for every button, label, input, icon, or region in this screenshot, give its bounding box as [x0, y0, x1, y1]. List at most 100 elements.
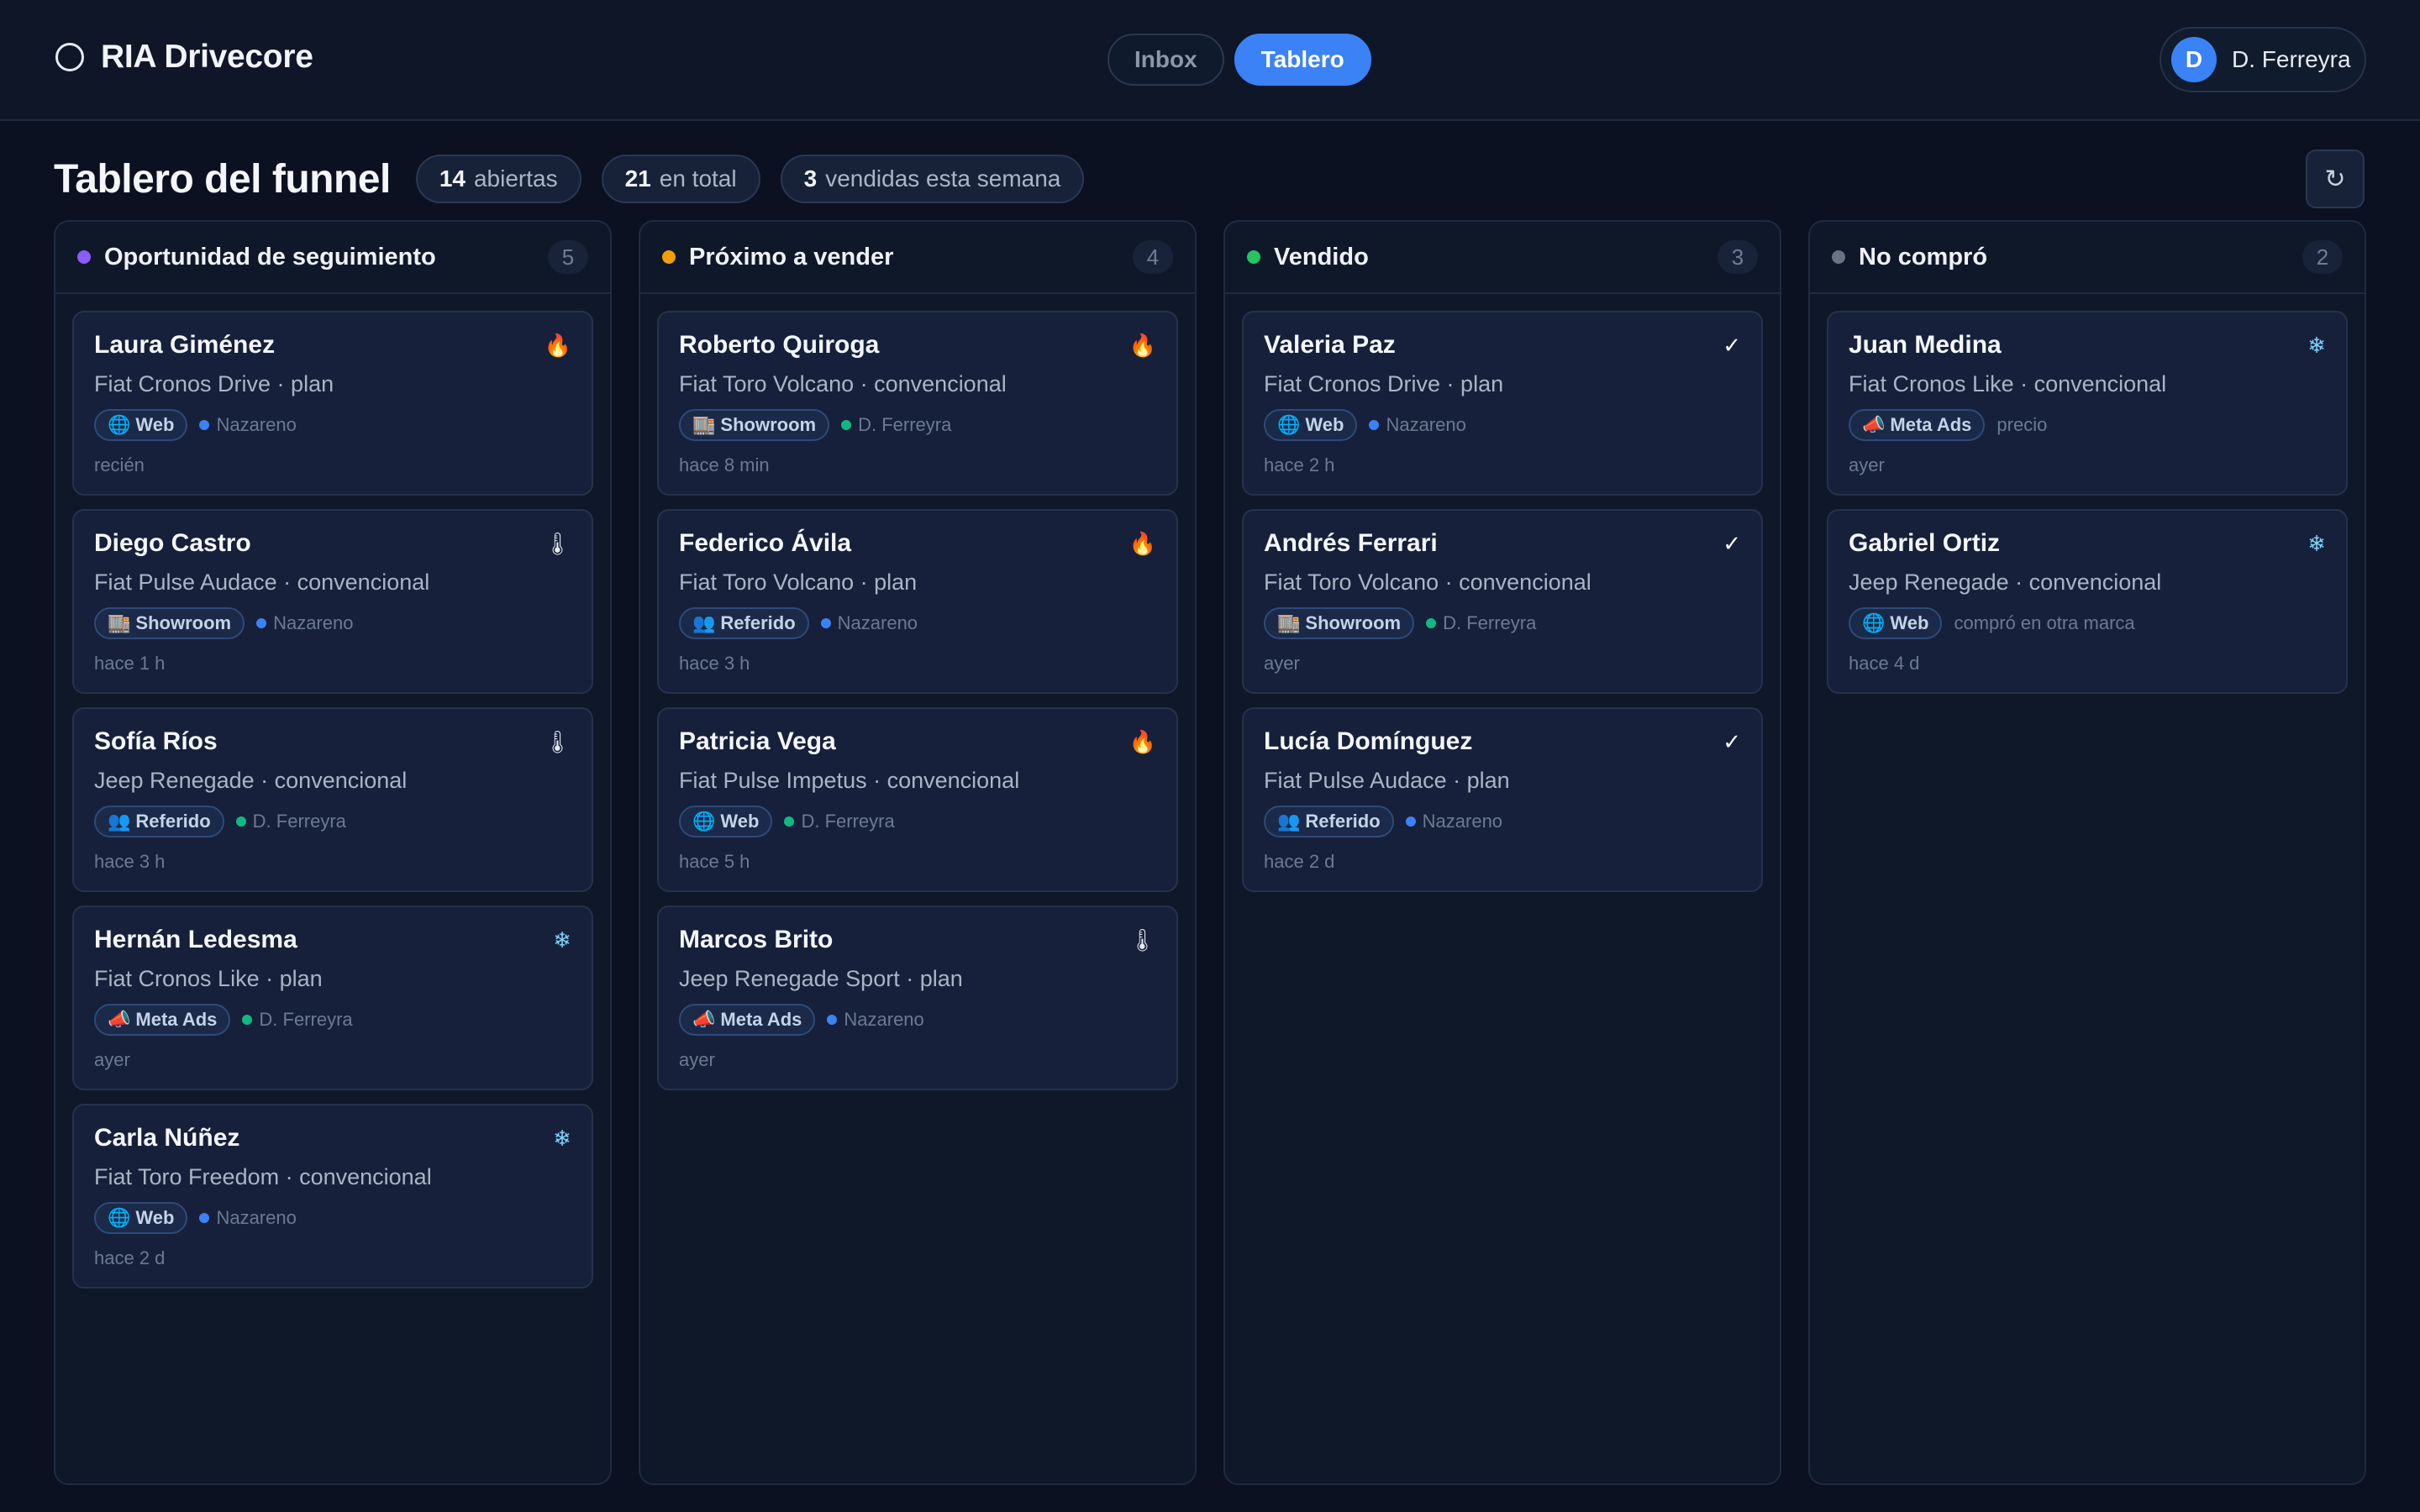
brand[interactable]: RIA Drivecore [55, 39, 313, 76]
source-icon: 👥 [692, 612, 716, 633]
assignee-dot [256, 618, 267, 628]
column-header[interactable]: No compró 2 [1810, 222, 2365, 294]
source-badge: 🌐 Web [1849, 607, 1943, 639]
assignee-label: Nazareno [216, 414, 297, 435]
board-column: No compró 2 Juan Medina ❄ Fiat Cronos Like ·… [1808, 220, 2366, 1485]
lead-meta: 🌐 Web Nazareno [1264, 409, 1741, 441]
column-header[interactable]: Próximo a vender 4 [640, 222, 1195, 294]
thermometer-icon: 🌡 [543, 531, 571, 556]
lead-meta: 📣 Meta Ads precio [1849, 409, 2326, 441]
source-badge: 🏬 Showroom [1264, 607, 1415, 639]
lead-time: ayer [94, 1049, 130, 1070]
column-count-badge: 5 [548, 240, 588, 274]
assignee-label: Nazareno [837, 612, 918, 633]
logo-circle-icon [55, 43, 84, 71]
column-header[interactable]: Vendido 3 [1225, 222, 1780, 294]
column-status-dot [1832, 250, 1845, 264]
stat-total: 21 en total [601, 155, 760, 203]
column-count-badge: 2 [2302, 240, 2343, 274]
lead-time: hace 1 h [94, 653, 166, 674]
assignee-dot [1369, 420, 1380, 430]
lead-card[interactable]: Juan Medina ❄ Fiat Cronos Like · convencio… [1827, 311, 2348, 496]
lead-name: Hernán Ledesma [94, 926, 297, 953]
source-icon: 📣 [692, 1009, 716, 1030]
column-title: Oportunidad de seguimiento [104, 243, 436, 270]
assignee: compró en otra marca [1954, 612, 2134, 634]
fire-icon: 🔥 [544, 333, 571, 358]
lead-vehicle: Fiat Toro Freedom · convencional [94, 1164, 432, 1189]
lead-meta: 📣 Meta Ads D. Ferreyra [94, 1004, 571, 1036]
lead-card[interactable]: Andrés Ferrari ✓ Fiat Toro Volcano · conve… [1242, 509, 1763, 694]
fire-icon: 🔥 [1128, 333, 1156, 358]
lead-vehicle: Fiat Pulse Impetus · convencional [679, 768, 1020, 793]
assignee: D. Ferreyra [784, 811, 895, 832]
column-status-dot [662, 250, 676, 264]
source-label: Web [135, 414, 175, 435]
app-name: RIA Drivecore [101, 39, 313, 75]
lead-vehicle: Jeep Renegade · convencional [94, 768, 408, 793]
lead-meta: 🏬 Showroom Nazareno [94, 607, 571, 639]
source-badge: 🏬 Showroom [679, 409, 830, 441]
lead-meta: 👥 Referido D. Ferreyra [94, 806, 571, 837]
column-header[interactable]: Oportunidad de seguimiento 5 [55, 222, 610, 294]
lead-time: hace 3 h [679, 653, 750, 674]
source-label: Meta Ads [135, 1009, 218, 1030]
lead-card[interactable]: Gabriel Ortiz ❄ Jeep Renegade · convencion… [1827, 509, 2348, 694]
source-badge: 🌐 Web [94, 1202, 188, 1234]
lead-card[interactable]: Marcos Brito 🌡 Jeep Renegade Sport · plan 📣… [657, 906, 1178, 1090]
source-badge: 🏬 Showroom [94, 607, 245, 639]
lead-card[interactable]: Patricia Vega 🔥 Fiat Pulse Impetus · conve… [657, 707, 1178, 892]
lead-card[interactable]: Laura Giménez 🔥 Fiat Cronos Drive · plan 🌐 W… [72, 311, 593, 496]
lead-card[interactable]: Federico Ávila 🔥 Fiat Toro Volcano · plan 👥… [657, 509, 1178, 694]
assignee-dot [199, 420, 210, 430]
lead-name: Roberto Quiroga [679, 331, 880, 359]
source-label: Showroom [135, 612, 232, 633]
source-icon: 🏬 [692, 414, 716, 435]
lead-vehicle: Fiat Cronos Drive · plan [94, 371, 334, 396]
lead-card[interactable]: Hernán Ledesma ❄ Fiat Cronos Like · plan 📣 M… [72, 906, 593, 1090]
user-menu[interactable]: D D. Ferreyra [2160, 27, 2366, 92]
tab-inbox[interactable]: Inbox [1107, 34, 1224, 86]
assignee: Nazareno [820, 612, 918, 634]
source-badge: 👥 Referido [679, 607, 809, 639]
lead-card[interactable]: Carla Núñez ❄ Fiat Toro Freedom · convenci… [72, 1104, 593, 1289]
lead-name: Patricia Vega [679, 727, 836, 755]
thermometer-icon: 🌡 [543, 729, 571, 754]
lead-card[interactable]: Diego Castro 🌡 Fiat Pulse Audace · convenc… [72, 509, 593, 694]
assignee-label: D. Ferreyra [801, 811, 895, 832]
lead-meta: 👥 Referido Nazareno [1264, 806, 1741, 837]
source-icon: 👥 [108, 811, 131, 832]
assignee: Nazareno [199, 1207, 297, 1229]
title-row: Tablero del funnel 14 abiertas 21 en tot… [54, 155, 1085, 203]
source-badge: 📣 Meta Ads [94, 1004, 231, 1036]
lead-name: Marcos Brito [679, 926, 834, 953]
assignee-label: Nazareno [1422, 811, 1503, 832]
lead-name: Sofía Ríos [94, 727, 218, 755]
lead-time: recién [94, 454, 145, 475]
lead-name: Andrés Ferrari [1264, 529, 1438, 557]
card-list: Roberto Quiroga 🔥 Fiat Toro Volcano · conv… [640, 294, 1195, 1107]
lead-vehicle: Fiat Cronos Drive · plan [1264, 371, 1504, 396]
avatar: D [2171, 37, 2217, 82]
lead-card[interactable]: Lucía Domínguez ✓ Fiat Pulse Audace · plan… [1242, 707, 1763, 892]
source-label: Web [135, 1207, 175, 1228]
lead-card[interactable]: Valeria Paz ✓ Fiat Cronos Drive · plan 🌐 Web… [1242, 311, 1763, 496]
source-badge: 👥 Referido [1264, 806, 1394, 837]
assignee: Nazareno [1369, 414, 1466, 436]
lead-time: ayer [679, 1049, 715, 1070]
stat-sold-week: 3 vendidas esta semana [780, 155, 1085, 203]
source-icon: 🌐 [1862, 612, 1886, 633]
lead-card[interactable]: Sofía Ríos 🌡 Jeep Renegade · convencional 👥… [72, 707, 593, 892]
stat-label: en total [659, 165, 737, 192]
top-bar: RIA Drivecore Inbox Tablero D D. Ferreyr… [0, 0, 2420, 121]
lead-card[interactable]: Roberto Quiroga 🔥 Fiat Toro Volcano · conv… [657, 311, 1178, 496]
refresh-button[interactable]: ↻ [2306, 150, 2365, 208]
source-badge: 🌐 Web [1264, 409, 1358, 441]
assignee: D. Ferreyra [242, 1009, 353, 1031]
assignee: D. Ferreyra [1426, 612, 1536, 634]
lead-time: hace 5 h [679, 851, 750, 872]
tab-tablero[interactable]: Tablero [1234, 34, 1371, 86]
lead-vehicle: Fiat Toro Volcano · convencional [679, 371, 1007, 396]
column-title: Vendido [1274, 243, 1369, 270]
lead-time: hace 2 d [1264, 851, 1335, 872]
